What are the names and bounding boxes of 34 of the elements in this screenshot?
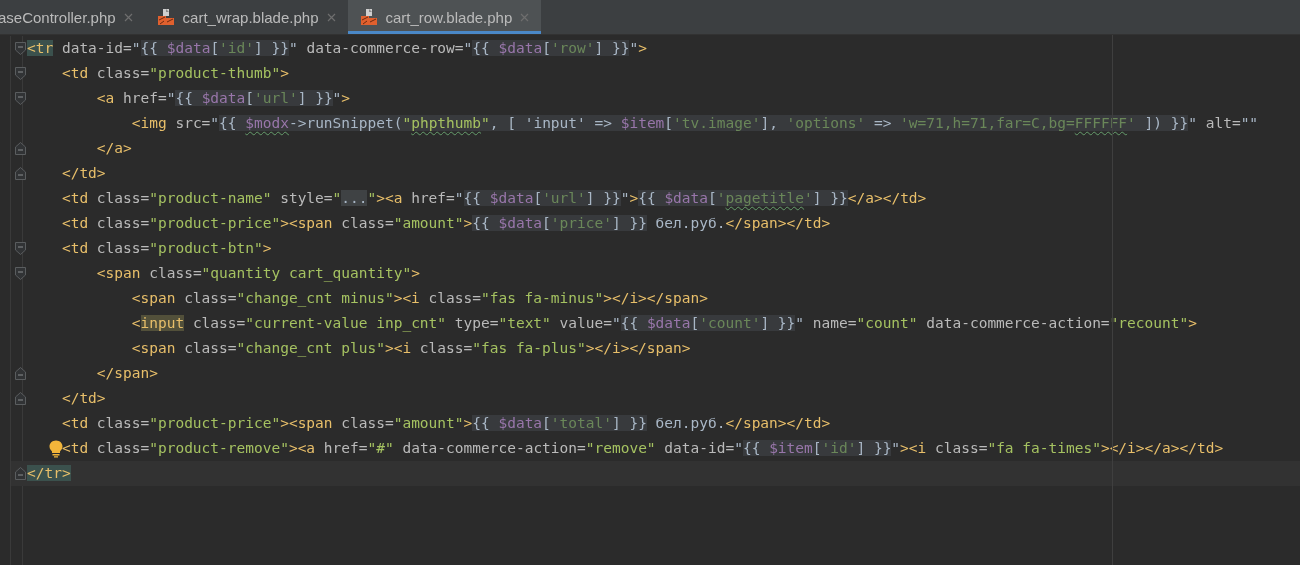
code-line: <span class="quantity cart_quantity">: [95, 264, 420, 284]
close-icon[interactable]: [326, 12, 336, 22]
code-line: <a href="{{ $data['url'] }}">: [95, 89, 351, 108]
code-line: <td class="product-thumb">: [60, 64, 289, 83]
fold-icon[interactable]: [14, 242, 26, 255]
lightbulb-icon[interactable]: [49, 440, 63, 458]
code-line: <td class="product-price"><span class="amount">{{ $data['total'] }} бел.руб.</span></td>: [60, 414, 831, 433]
close-icon[interactable]: [123, 12, 133, 22]
unfold-icon[interactable]: [14, 367, 26, 380]
code-line: </td>: [60, 164, 106, 183]
file-icon: [359, 8, 378, 26]
unfold-icon[interactable]: [14, 142, 26, 155]
unfold-icon[interactable]: [14, 392, 26, 405]
code-line: </td>: [60, 389, 106, 408]
code-line: <span class="change_cnt minus"><i class="fas fa-minus"></i></span>: [130, 289, 708, 309]
code-line: </span>: [95, 364, 158, 383]
fold-icon[interactable]: [14, 267, 26, 280]
code-line: <tr data-id="{{ $data['id'] }}" data-commerce-row="{{ $data['row'] }}">: [27, 39, 647, 58]
code-line: <td class="product-price"><span class="amount">{{ $data['price'] }} бел.руб.</span></td>: [60, 214, 831, 233]
editor-tab[interactable]: cart_row.blade.php: [347, 0, 542, 34]
code-line: </a>: [95, 139, 132, 158]
fold-icon[interactable]: [14, 42, 26, 55]
fold-icon[interactable]: [14, 92, 26, 105]
code-line: <input class="current-value inp_cnt" type="text" value="{{ $data['count'] }}" name="count" data-commerce-action="recount">: [130, 314, 1197, 334]
unfold-icon[interactable]: [14, 167, 26, 180]
code-line: <td class="product-btn">: [60, 239, 272, 258]
fold-icon[interactable]: [14, 67, 26, 80]
code-line: <td class="product-name" style="..."><a href="{{ $data['url'] }}">{{ $data['pagetitle'] }}</a></td>: [60, 189, 927, 208]
file-icon: [156, 8, 175, 26]
unfold-icon[interactable]: [14, 467, 26, 480]
editor-tab[interactable]: cart_wrap.blade.php: [144, 0, 348, 34]
code-line: <span class="change_cnt plus"><i class="fas fa-plus"></i></span>: [130, 339, 691, 359]
close-icon[interactable]: [520, 12, 530, 22]
code-line: <td class="product-remove"><a href="#" data-commerce-action="remove" data-id="{{ $item['id'] }}"><i class="fa fa-times"></i></a></td>: [60, 439, 1224, 458]
